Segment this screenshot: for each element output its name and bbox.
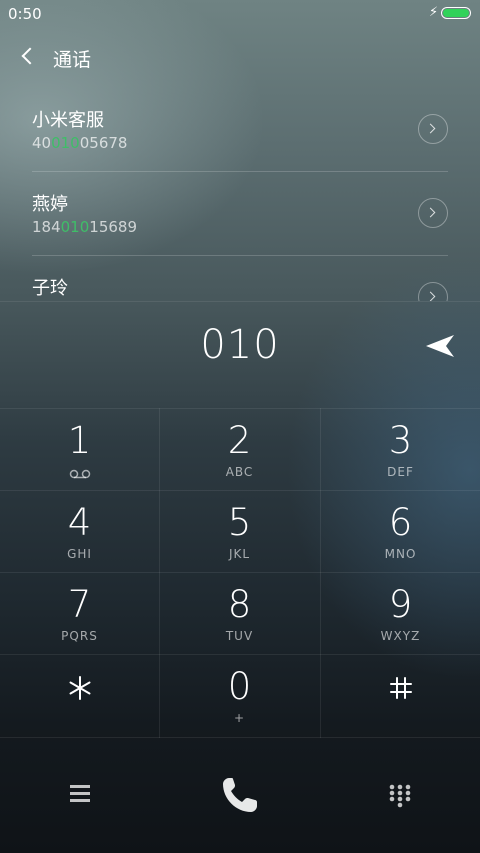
key-digit: 2 [227,419,252,462]
key-6[interactable]: 6 MNO [321,491,480,572]
key-1[interactable]: 1 [0,409,159,490]
key-3[interactable]: 3 DEF [321,409,480,490]
key-digit: 7 [67,583,92,626]
dialed-number: 010 [200,322,280,368]
dialed-number-display: 010 [0,301,480,408]
key-digit: 9 [388,583,413,626]
chevron-right-icon[interactable] [418,198,448,228]
number-part: 184 [32,218,61,236]
charging-icon: ⚡ [429,5,439,20]
contact-result-row[interactable]: 小米客服 4001005678 [32,88,448,172]
bottom-action-bar [0,745,480,853]
contact-result-row[interactable]: 子玲 [32,256,448,301]
key-4[interactable]: 4 GHI [0,491,159,572]
number-part: 15689 [89,218,137,236]
contact-result-row[interactable]: 燕婷 18401015689 [32,172,448,256]
chevron-right-icon[interactable] [418,282,448,301]
back-icon[interactable] [14,42,42,70]
page-title: 通话 [53,49,92,71]
status-bar: 0:50 ⚡ [0,0,480,28]
number-match: 010 [60,218,90,236]
key-digit: 6 [388,501,413,544]
key-2[interactable]: 2 ABC [160,409,319,490]
key-letters: MNO [384,547,417,561]
key-hash[interactable] [321,655,480,736]
key-letters: JKL [228,547,251,561]
key-letters: PQRS [61,629,98,643]
contact-number: 18401015689 [32,218,137,236]
search-results-list: 小米客服 4001005678 燕婷 18401015689 子玲 [0,88,480,301]
menu-icon[interactable] [67,783,93,805]
chevron-right-icon[interactable] [418,114,448,144]
key-digit: 3 [388,419,413,462]
key-letters: TUV [225,629,254,643]
key-digit: 8 [227,583,252,626]
key-7[interactable]: 7 PQRS [0,573,159,654]
contact-name: 子玲 [32,278,68,299]
key-0[interactable]: 0 + [160,655,319,736]
key-star[interactable] [0,655,159,736]
key-letters: + [233,711,246,725]
status-time: 0:50 [8,5,42,23]
contact-name: 燕婷 [32,194,68,215]
key-digit: 0 [227,665,252,708]
hash-icon [390,677,412,699]
key-digit: 4 [67,501,92,544]
phone-icon[interactable] [218,773,262,817]
send-icon[interactable] [424,332,456,360]
contact-name: 小米客服 [32,110,104,131]
number-part: 05678 [79,134,128,152]
key-9[interactable]: 9 WXYZ [321,573,480,654]
key-digit: 1 [67,419,92,462]
key-letters: DEF [387,465,414,479]
key-8[interactable]: 8 TUV [160,573,319,654]
asterisk-icon [69,676,91,700]
key-letters: ABC [225,465,254,479]
battery-icon [441,7,471,19]
contact-number: 4001005678 [32,134,127,152]
number-part: 40 [32,134,52,152]
key-letters: GHI [67,547,92,561]
key-5[interactable]: 5 JKL [160,491,319,572]
key-letters: WXYZ [380,629,421,643]
number-match: 010 [51,134,80,152]
title-bar: 通话 [0,30,480,86]
voicemail-icon [69,469,91,479]
dialpad-icon[interactable] [388,783,412,809]
key-digit: 5 [227,501,252,544]
dialpad: 1 2 ABC 3 DEF 4 GHI 5 JKL 6 MNO 7 PQRS 8… [0,408,480,738]
